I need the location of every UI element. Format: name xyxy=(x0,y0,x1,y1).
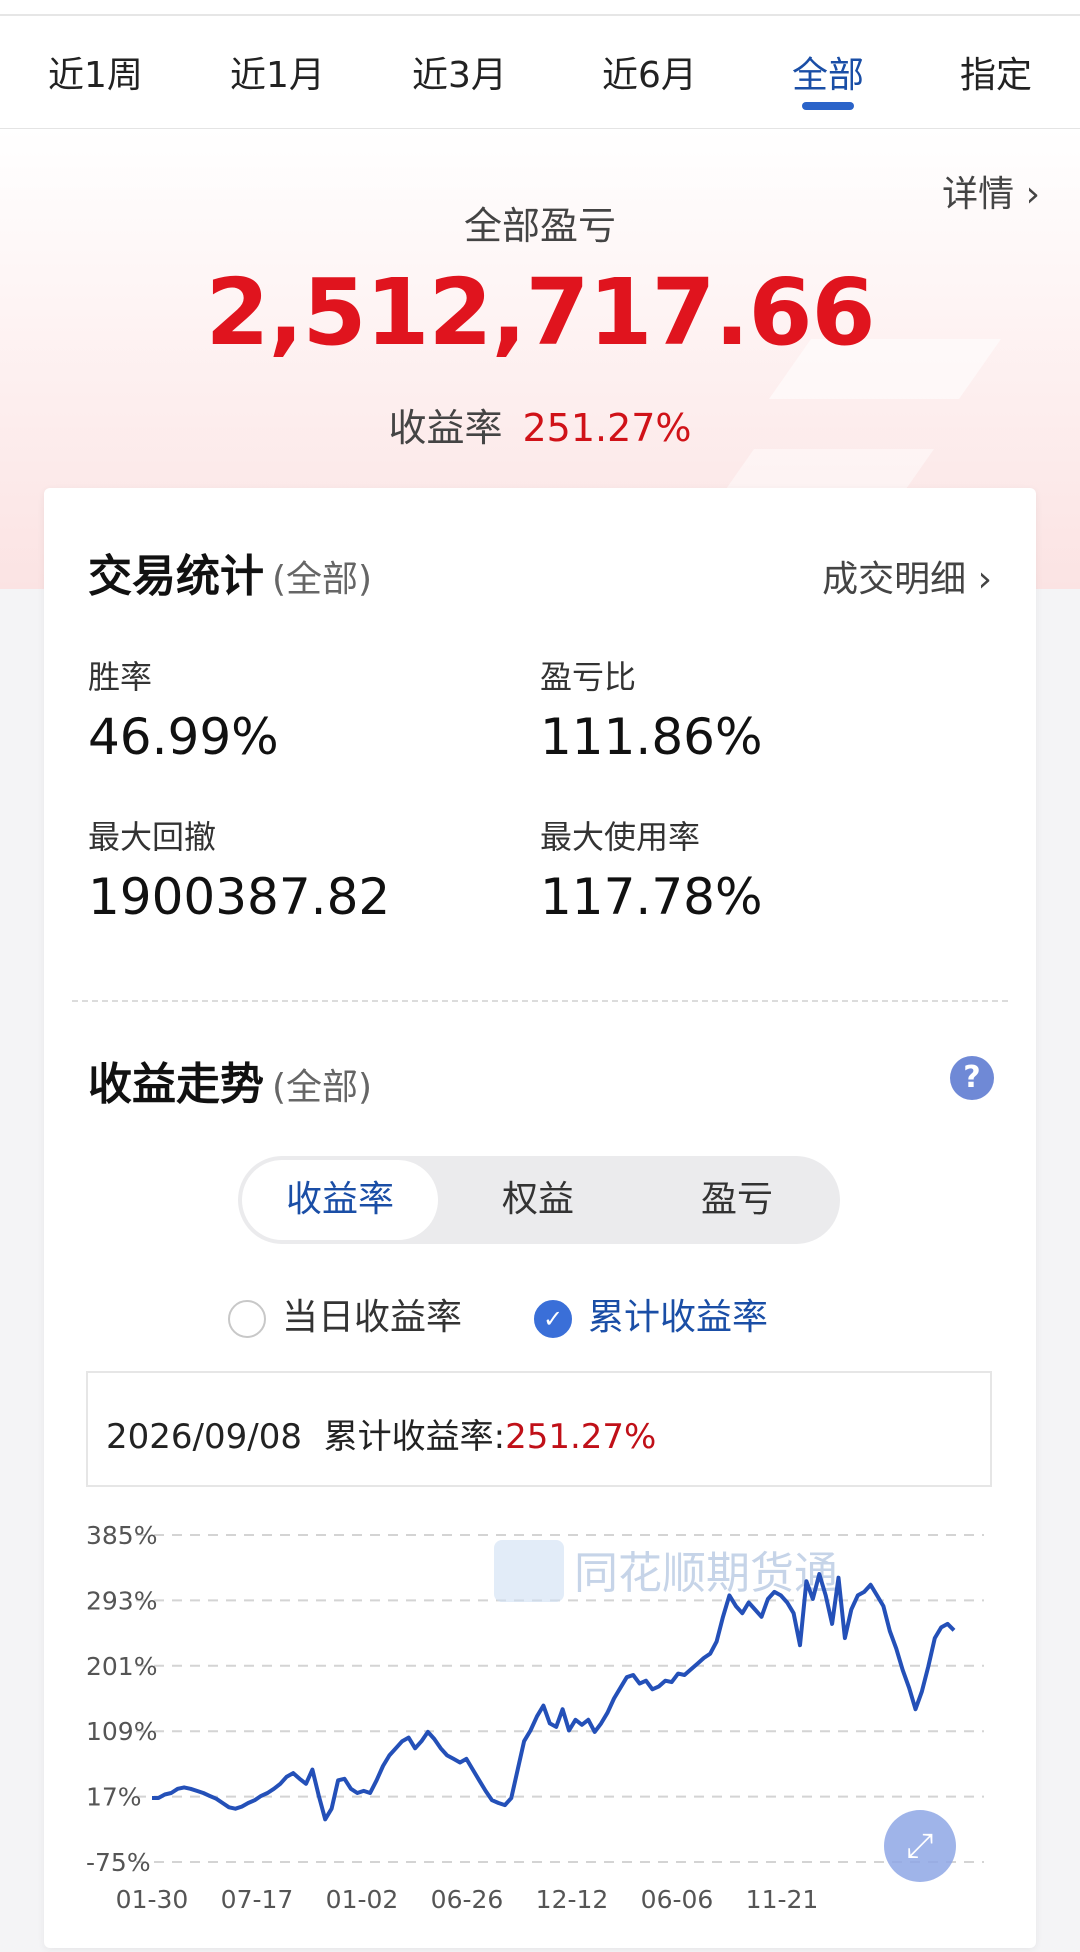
radio-cumulative-return[interactable]: ✓ 累计收益率 xyxy=(534,1288,768,1340)
series-line-cumulative-return xyxy=(152,1572,956,1822)
trade-stats-title: 交易统计 (全部) xyxy=(88,540,372,604)
section-divider xyxy=(72,1000,1008,1002)
return-chart[interactable]: 同花顺期货通 385% 293% 201% 109% 17% -75% 01-30 07-1… xyxy=(44,1498,1036,1948)
tab-all[interactable]: 全部 xyxy=(792,46,864,98)
trade-stats-scope: (全部) xyxy=(272,559,373,600)
expand-icon[interactable]: ⤢ xyxy=(884,1810,956,1882)
watermark-text: 同花顺期货通 xyxy=(574,1548,838,1599)
x-tick-label: 01-30 xyxy=(116,1885,189,1914)
tooltip-label: 累计收益率: xyxy=(323,1417,506,1457)
x-tick-label: 07-17 xyxy=(221,1885,294,1914)
tab-active-indicator xyxy=(802,102,854,110)
trend-scope: (全部) xyxy=(272,1067,373,1108)
y-tick-label: 201% xyxy=(86,1652,157,1681)
tab-1-week[interactable]: 近1周 xyxy=(48,46,143,98)
max-usage-label: 最大使用率 xyxy=(540,818,701,856)
x-tick-label: 06-26 xyxy=(431,1885,504,1914)
trend-title: 收益走势 (全部) xyxy=(88,1048,372,1112)
tooltip-text: 2026/09/08 累计收益率:251.27% xyxy=(106,1409,656,1458)
return-rate-label: 收益率 xyxy=(388,406,503,450)
radio-daily-return[interactable]: 当日收益率 xyxy=(228,1288,462,1340)
stats-card: 交易统计 (全部) 成交明细 › 胜率 46.99% 盈亏比 111.86% 最大… xyxy=(44,488,1036,1948)
total-pl-value: 2,512,717.66 xyxy=(205,259,876,366)
total-pl-label: 全部盈亏 xyxy=(463,204,616,248)
period-tabs: 近1周 近1月 近3月 近6月 全部 指定 xyxy=(0,16,1080,129)
seg-return-rate[interactable]: 收益率 xyxy=(242,1160,438,1240)
status-strip xyxy=(0,0,1080,16)
seg-pl[interactable]: 盈亏 xyxy=(638,1160,836,1240)
x-tick-label: 06-06 xyxy=(641,1885,714,1914)
pl-ratio-value: 111.86% xyxy=(540,708,763,766)
hero-decoration xyxy=(725,449,935,489)
radio-cumulative-label: 累计收益率 xyxy=(588,1297,769,1338)
trade-stats-heading: 交易统计 xyxy=(88,551,264,602)
x-tick-label: 11-21 xyxy=(746,1885,819,1914)
max-usage-value: 117.78% xyxy=(540,868,763,926)
chart-mode-segmented: 收益率 权益 盈亏 xyxy=(238,1156,840,1244)
pl-ratio-label: 盈亏比 xyxy=(540,658,637,696)
chart-tooltip-box: 2026/09/08 累计收益率:251.27% xyxy=(86,1371,992,1487)
tab-6-months[interactable]: 近6月 xyxy=(602,46,697,98)
return-rate-value: 251.27% xyxy=(522,406,692,450)
tab-custom[interactable]: 指定 xyxy=(960,46,1032,98)
trend-heading: 收益走势 xyxy=(88,1059,264,1110)
watermark-logo-icon xyxy=(494,1540,564,1602)
x-tick-label: 01-02 xyxy=(326,1885,399,1914)
seg-equity[interactable]: 权益 xyxy=(438,1160,638,1240)
help-icon[interactable]: ? xyxy=(950,1056,994,1100)
win-rate-value: 46.99% xyxy=(88,708,279,766)
watermark: 同花顺期货通 xyxy=(494,1540,838,1602)
y-tick-label: 17% xyxy=(86,1783,142,1812)
tooltip-date: 2026/09/08 xyxy=(106,1417,302,1457)
radio-daily-label: 当日收益率 xyxy=(282,1297,463,1338)
trade-detail-link[interactable]: 成交明细 › xyxy=(822,550,992,602)
tab-3-months[interactable]: 近3月 xyxy=(412,46,507,98)
return-chart-svg: 同花顺期货通 385% 293% 201% 109% 17% -75% 01-30 07-1… xyxy=(86,1521,984,1914)
y-tick-label: 293% xyxy=(86,1586,157,1615)
x-tick-label: 12-12 xyxy=(536,1885,609,1914)
y-tick-label: 385% xyxy=(86,1521,157,1550)
max-drawdown-value: 1900387.82 xyxy=(88,868,391,926)
y-tick-label: 109% xyxy=(86,1717,157,1746)
tooltip-value: 251.27% xyxy=(505,1417,657,1457)
win-rate-label: 胜率 xyxy=(88,658,153,696)
return-rate-line: 收益率 251.27% xyxy=(0,397,1080,452)
tab-1-month[interactable]: 近1月 xyxy=(230,46,325,98)
y-tick-label: -75% xyxy=(86,1848,151,1877)
check-icon: ✓ xyxy=(534,1300,572,1338)
radio-unchecked-icon xyxy=(228,1300,266,1338)
max-drawdown-label: 最大回撤 xyxy=(88,818,217,856)
